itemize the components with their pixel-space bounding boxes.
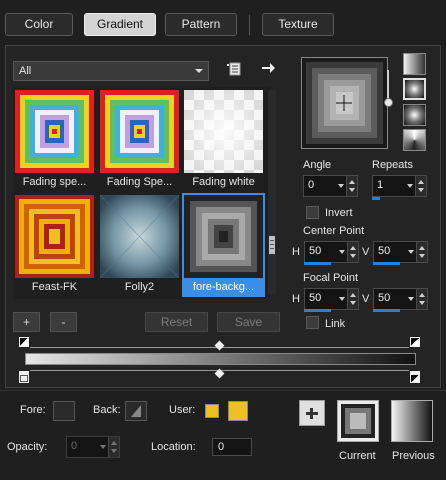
- angle-handle-knob[interactable]: [384, 98, 393, 107]
- preset-swatch-folly2: [99, 194, 180, 279]
- center-v-bar: [373, 262, 400, 265]
- preset-label: Feast-FK: [31, 281, 78, 293]
- preset-label: Folly2: [124, 281, 155, 293]
- tab-divider: [249, 15, 250, 35]
- tab-texture[interactable]: Texture: [262, 13, 334, 36]
- angle-label: Angle: [303, 159, 332, 171]
- invert-label: Invert: [325, 207, 353, 219]
- current-label: Current: [339, 450, 376, 462]
- preset-label: Fading white: [192, 176, 255, 188]
- back-label: Back:: [93, 404, 121, 416]
- export-arrow-icon[interactable]: [260, 60, 276, 76]
- location-label: Location:: [151, 441, 196, 453]
- repeats-value: 1: [377, 179, 384, 191]
- preset-swatch-fore-background: [184, 195, 263, 278]
- gallery-scrollbar-thumb[interactable]: [269, 236, 275, 254]
- repeats-spinner[interactable]: 1: [372, 175, 427, 197]
- preset-thumbnail[interactable]: Feast-FK: [15, 195, 94, 293]
- focal-h-value: 50: [309, 292, 322, 304]
- reset-button[interactable]: Reset: [145, 312, 208, 332]
- user-swatch-2[interactable]: [228, 401, 248, 421]
- center-h-value: 50: [309, 245, 322, 257]
- bottom-divider: [0, 390, 446, 391]
- rectangular-style-icon[interactable]: [403, 78, 426, 100]
- gradient-preview[interactable]: [301, 57, 388, 149]
- preset-label-selected: fore-backg...: [192, 281, 255, 293]
- opacity-spinner[interactable]: 0: [66, 436, 120, 458]
- opacity-value: 0: [71, 440, 78, 452]
- preset-swatch-fading-spectrum-1: [15, 90, 94, 173]
- focal-h-spinner[interactable]: 50: [304, 288, 359, 310]
- back-swatch[interactable]: [125, 401, 147, 421]
- fore-swatch[interactable]: [53, 401, 75, 421]
- focal-v-value: 50: [378, 292, 391, 304]
- tab-gradient[interactable]: Gradient: [84, 13, 156, 36]
- repeats-label: Repeats: [372, 159, 413, 171]
- radial-style-icon[interactable]: [403, 129, 426, 151]
- add-preset-button[interactable]: +: [13, 312, 40, 332]
- preset-thumbnail[interactable]: fore-backg...: [184, 195, 263, 293]
- focal-h-label: H: [292, 293, 300, 305]
- center-v-spinner[interactable]: 50: [373, 241, 428, 263]
- user-swatch-1[interactable]: [205, 404, 219, 418]
- tab-pattern[interactable]: Pattern: [165, 13, 237, 36]
- sunburst-style-icon[interactable]: [403, 104, 426, 126]
- category-value: All: [19, 65, 32, 77]
- fore-label: Fore:: [20, 404, 46, 416]
- focal-v-bar: [373, 309, 400, 312]
- center-point-label: Center Point: [303, 225, 365, 237]
- chevron-down-icon: [195, 69, 203, 73]
- color-stop-left[interactable]: [18, 370, 30, 384]
- save-button[interactable]: Save: [217, 312, 280, 332]
- color-stop-right[interactable]: [409, 370, 421, 384]
- resource-manager-icon[interactable]: [226, 61, 242, 77]
- category-dropdown[interactable]: All: [13, 61, 209, 81]
- location-value: 0: [218, 441, 225, 453]
- preset-thumbnail[interactable]: Fading Spe...: [100, 90, 179, 188]
- gradient-bar[interactable]: [25, 353, 416, 365]
- focal-point-label: Focal Point: [303, 272, 359, 284]
- preset-label: Fading spe...: [22, 176, 87, 188]
- preset-thumbnail[interactable]: Fading white: [184, 90, 263, 188]
- focal-h-bar: [304, 309, 331, 312]
- angle-value: 0: [308, 179, 315, 191]
- preset-thumbnail[interactable]: Folly2: [99, 194, 180, 293]
- center-h-label: H: [292, 246, 300, 258]
- tab-color[interactable]: Color: [5, 13, 73, 36]
- remove-preset-button[interactable]: -: [50, 312, 77, 332]
- preset-swatch-fading-white: [184, 90, 263, 173]
- preset-thumbnail[interactable]: Fading spe...: [15, 90, 94, 188]
- invert-checkbox[interactable]: [306, 206, 319, 219]
- repeats-value-bar: [372, 197, 380, 200]
- opacity-stop-right[interactable]: [409, 336, 421, 348]
- focal-v-spinner[interactable]: 50: [373, 288, 428, 310]
- gallery-scrollbar[interactable]: [268, 90, 276, 294]
- preset-swatch-fading-spectrum-2: [100, 90, 179, 173]
- focal-v-label: V: [362, 293, 370, 305]
- center-v-value: 50: [378, 245, 391, 257]
- user-label: User:: [169, 404, 196, 416]
- center-v-label: V: [362, 246, 370, 258]
- add-swatch-button[interactable]: [299, 400, 325, 426]
- previous-label: Previous: [392, 450, 435, 462]
- previous-swatch: [391, 400, 433, 442]
- center-h-bar: [304, 262, 331, 265]
- current-swatch: [337, 400, 379, 442]
- preset-swatch-feast-fk: [15, 195, 94, 278]
- opacity-stop-left[interactable]: [18, 336, 30, 348]
- location-field[interactable]: 0: [212, 438, 252, 456]
- link-checkbox[interactable]: [306, 316, 319, 329]
- opacity-label: Opacity:: [7, 441, 48, 453]
- preset-label: Fading Spe...: [106, 176, 173, 188]
- angle-spinner[interactable]: 0: [303, 175, 358, 197]
- center-h-spinner[interactable]: 50: [304, 241, 359, 263]
- linear-style-icon[interactable]: [403, 53, 426, 75]
- link-label: Link: [325, 318, 346, 330]
